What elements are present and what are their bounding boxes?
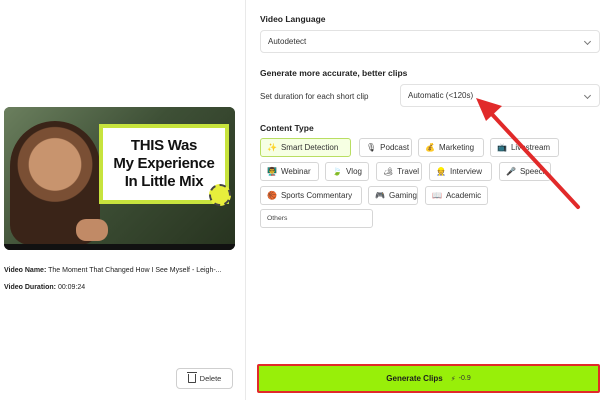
content-type-chip[interactable]: 🍃 Vlog [325,162,369,181]
content-type-chip[interactable]: ✨ Smart Detection [260,138,351,157]
video-name-label: Video Name: [4,267,47,274]
content-type-chip[interactable]: 💰 Marketing [418,138,484,157]
microphone-icon: 🎙 [366,142,377,152]
delete-label: Delete [199,374,222,383]
thumbnail-text-line-2: My Experience [113,155,215,172]
money-bag-icon: 💰 [425,142,435,152]
trash-icon [186,372,197,383]
generate-clips-button[interactable]: Generate Clips ⚡ -0.9 [257,364,600,393]
content-type-label: Interview [449,167,482,176]
content-type-label: Speech [519,167,548,176]
video-language-select[interactable]: Autodetect [260,30,600,53]
video-panel: THIS Was My Experience In Little Mix Vid… [0,0,246,400]
thumbnail-bottom-bar [4,244,235,250]
video-language-label: Video Language [260,14,326,24]
basketball-icon: 🏀 [267,190,277,200]
content-type-label: Livestream [510,143,551,152]
content-type-chip[interactable]: 🎮 Gaming [368,186,418,205]
thumbnail-text-line-3: In Little Mix [124,173,204,190]
content-type-chip[interactable]: 🏕 Travel [376,162,422,181]
content-type-label: Marketing [438,143,475,152]
content-type-label: Vlog [345,167,362,176]
credit-cost: ⚡ -0.9 [451,375,471,383]
content-type-chip[interactable]: 🎙 Podcast [359,138,412,157]
chevron-down-icon [583,91,592,100]
sticker-icon [209,184,231,206]
camping-icon: 🏕 [383,166,394,176]
video-name: Video Name: The Moment That Changed How … [4,267,222,274]
content-type-chip[interactable]: 🎤 Speech [499,162,551,181]
credit-cost-value: -0.9 [458,375,471,382]
thumbnail-text-line-1: THIS Was [130,137,198,154]
lightning-icon: ⚡ [450,375,456,383]
content-type-chip[interactable]: 👷 Interview [429,162,492,181]
video-name-value: The Moment That Changed How I See Myself… [48,267,222,274]
video-language-value: Autodetect [268,37,307,46]
content-type-label: Webinar [280,167,311,176]
accuracy-heading: Generate more accurate, better clips [260,68,408,78]
video-duration-value: 00:09:24 [57,284,86,291]
settings-panel: Video Language Autodetect Generate more … [247,0,611,400]
content-type-chip[interactable]: 📺 Livestream [490,138,559,157]
person-icon: 👷 [436,166,446,176]
content-type-chip[interactable]: Others [260,209,373,228]
leaf-icon: 🍃 [332,166,342,176]
video-duration-label: Video Duration: [4,284,56,291]
duration-select[interactable]: Automatic (<120s) [400,84,600,107]
thumbnail-hand [76,219,108,241]
content-type-chip[interactable]: 🏀 Sports Commentary [260,186,362,205]
content-type-chip[interactable]: 👨‍🏫 Webinar [260,162,319,181]
video-duration: Video Duration: 00:09:24 [4,284,85,291]
duration-value: Automatic (<120s) [408,91,474,100]
tv-icon: 📺 [497,142,507,152]
content-type-label: Gaming [388,191,417,200]
content-type-label: Smart Detection [280,143,339,152]
delete-button[interactable]: Delete [176,368,233,389]
content-type-label: Content Type [260,123,314,133]
content-type-label: Others [267,215,288,222]
generate-clips-label: Generate Clips [386,374,443,383]
content-type-chip[interactable]: 📖 Academic [425,186,488,205]
content-type-label: Sports Commentary [280,191,353,200]
video-thumbnail[interactable]: THIS Was My Experience In Little Mix [4,107,235,250]
mic-icon: 🎤 [506,166,516,176]
duration-label: Set duration for each short clip [260,92,369,101]
content-type-label: Academic [445,191,482,200]
content-type-label: Podcast [380,143,410,152]
chevron-down-icon [583,37,592,46]
content-type-label: Travel [397,167,420,176]
sparkle-icon: ✨ [267,142,277,152]
book-icon: 📖 [432,190,442,200]
gamepad-icon: 🎮 [375,190,385,200]
teacher-icon: 👨‍🏫 [267,166,277,176]
